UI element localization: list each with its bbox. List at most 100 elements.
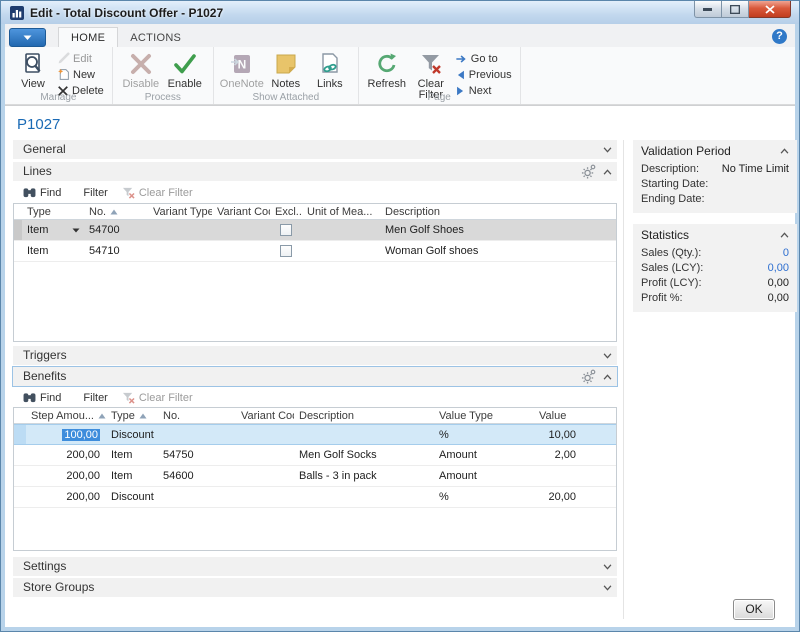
cell-type[interactable]: Item <box>22 220 84 240</box>
close-button[interactable] <box>749 1 791 18</box>
column-header-variant_type[interactable]: Variant Type <box>148 206 212 218</box>
column-header-excl[interactable]: Excl... <box>270 206 302 218</box>
previous-button[interactable]: Previous <box>455 67 512 82</box>
column-header-step_amount[interactable]: Step Amou... <box>26 410 106 422</box>
chevron-down-icon[interactable] <box>603 147 612 153</box>
cell-step_amount[interactable]: 200,00 <box>26 487 106 507</box>
cell-value[interactable]: 20,00 <box>534 487 582 507</box>
column-header-value_type[interactable]: Value Type <box>434 410 534 422</box>
table-row[interactable]: 200,00Item54750 Men Golf SocksAmount2,00 <box>14 445 616 466</box>
factbox-validation-period-header[interactable]: Validation Period <box>633 140 797 162</box>
cell-variant_code[interactable] <box>212 241 270 261</box>
new-button[interactable]: New <box>57 67 104 82</box>
cell-no[interactable] <box>158 425 236 444</box>
section-store-groups[interactable]: Store Groups <box>13 578 617 597</box>
chevron-up-icon[interactable] <box>603 169 612 175</box>
table-row[interactable]: 100,00Discount%10,00 <box>14 424 616 445</box>
gear-icon[interactable] <box>581 164 596 179</box>
column-header-uom[interactable]: Unit of Mea... <box>302 206 380 218</box>
cell-type[interactable]: Item <box>106 466 158 486</box>
cell-value_type[interactable]: Amount <box>434 445 534 465</box>
cell-excl[interactable] <box>270 241 302 261</box>
column-header-no[interactable]: No. <box>158 410 236 422</box>
cell-value_type[interactable]: Amount <box>434 466 534 486</box>
cell-variant_code[interactable] <box>236 425 294 444</box>
ok-button[interactable]: OK <box>733 599 775 620</box>
column-header-type[interactable]: Type <box>22 206 84 218</box>
row-selector[interactable] <box>14 220 22 240</box>
help-icon[interactable]: ? <box>772 29 787 44</box>
cell-step_amount[interactable]: 200,00 <box>26 466 106 486</box>
lines-find-button[interactable]: Find <box>23 187 61 199</box>
row-selector[interactable] <box>14 425 26 444</box>
maximize-button[interactable] <box>722 1 749 18</box>
view-button[interactable]: View <box>11 49 55 90</box>
disable-button[interactable]: Disable <box>119 49 163 90</box>
section-triggers[interactable]: Triggers <box>13 346 617 365</box>
cell-type[interactable]: Discount <box>106 487 158 507</box>
minimize-button[interactable] <box>694 1 722 18</box>
application-menu-button[interactable] <box>9 28 46 47</box>
refresh-button[interactable]: Refresh <box>365 49 409 90</box>
cell-type[interactable]: Item <box>106 445 158 465</box>
cell-step_amount[interactable]: 100,00 <box>26 425 106 444</box>
cell-description[interactable] <box>294 425 434 444</box>
row-selector[interactable] <box>14 241 22 261</box>
cell-uom[interactable] <box>302 220 380 240</box>
gear-icon[interactable] <box>581 369 596 384</box>
cell-no[interactable]: 54700 <box>84 220 148 240</box>
cell-value_type[interactable]: % <box>434 425 534 444</box>
factbox-statistics-header[interactable]: Statistics <box>633 224 797 246</box>
edit-button[interactable]: Edit <box>57 51 104 66</box>
benefits-clear-filter-button[interactable]: Clear Filter <box>122 392 193 404</box>
cell-variant_type[interactable] <box>148 220 212 240</box>
row-selector[interactable] <box>14 445 26 465</box>
cell-no[interactable]: 54600 <box>158 466 236 486</box>
cell-description[interactable]: Men Golf Socks <box>294 445 434 465</box>
chevron-up-icon[interactable] <box>780 148 789 154</box>
section-general[interactable]: General <box>13 140 617 159</box>
lines-clear-filter-button[interactable]: Clear Filter <box>122 187 193 199</box>
notes-button[interactable]: Notes <box>264 49 308 90</box>
cell-type[interactable]: Item <box>22 241 84 261</box>
enable-button[interactable]: Enable <box>163 49 207 90</box>
checkbox[interactable] <box>280 245 292 257</box>
cell-excl[interactable] <box>270 220 302 240</box>
table-row[interactable]: 200,00Discount%20,00 <box>14 487 616 508</box>
row-selector[interactable] <box>14 466 26 486</box>
cell-description[interactable]: Men Golf Shoes <box>380 220 616 240</box>
benefits-find-button[interactable]: Find <box>23 392 61 404</box>
cell-description[interactable] <box>294 487 434 507</box>
go-to-button[interactable]: Go to <box>455 51 512 66</box>
cell-type[interactable]: Discount <box>106 425 158 444</box>
section-lines[interactable]: Lines <box>13 162 617 181</box>
cell-value_type[interactable]: % <box>434 487 534 507</box>
cell-step_amount[interactable]: 200,00 <box>26 445 106 465</box>
chevron-down-icon[interactable] <box>603 353 612 359</box>
column-header-variant_code[interactable]: Variant Code <box>236 410 294 422</box>
lines-filter-button[interactable]: Filter <box>79 187 107 199</box>
column-header-no[interactable]: No. <box>84 206 148 218</box>
cell-variant_code[interactable] <box>236 487 294 507</box>
benefits-filter-button[interactable]: Filter <box>79 392 107 404</box>
cell-value[interactable]: 2,00 <box>534 445 582 465</box>
cell-value[interactable]: 10,00 <box>534 425 582 444</box>
tab-home[interactable]: HOME <box>58 27 118 47</box>
section-benefits[interactable]: Benefits <box>13 367 617 386</box>
chevron-down-icon[interactable] <box>603 585 612 591</box>
chevron-up-icon[interactable] <box>780 232 789 238</box>
column-header-description[interactable]: Description <box>380 206 616 218</box>
onenote-button[interactable]: NOneNote <box>220 49 264 90</box>
tab-actions[interactable]: ACTIONS <box>118 28 193 47</box>
cell-variant_code[interactable] <box>236 445 294 465</box>
cell-no[interactable]: 54750 <box>158 445 236 465</box>
cell-description[interactable]: Balls - 3 in pack <box>294 466 434 486</box>
section-settings[interactable]: Settings <box>13 557 617 576</box>
table-row[interactable]: Item54700 Men Golf Shoes <box>14 220 616 241</box>
links-button[interactable]: Links <box>308 49 352 90</box>
cell-no[interactable]: 54710 <box>84 241 148 261</box>
cell-uom[interactable] <box>302 241 380 261</box>
checkbox[interactable] <box>280 224 292 236</box>
cell-variant_type[interactable] <box>148 241 212 261</box>
chevron-up-icon[interactable] <box>603 374 612 380</box>
